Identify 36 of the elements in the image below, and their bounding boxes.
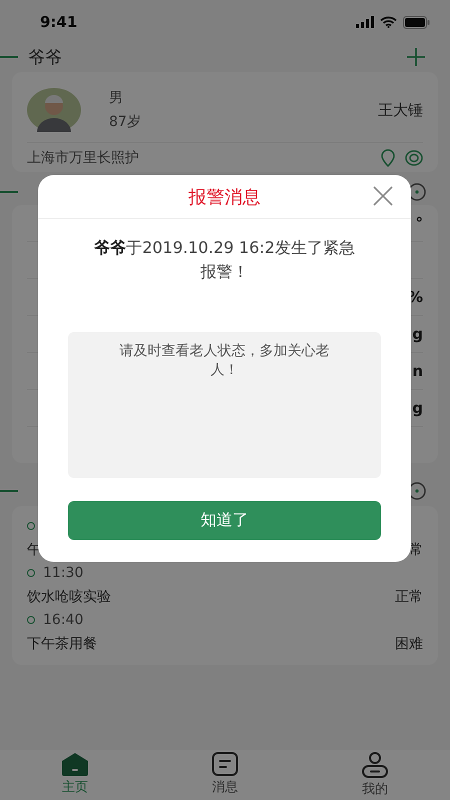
- dialog-title: 报警消息: [188, 186, 260, 208]
- info-value: g: [412, 399, 423, 417]
- location-pin-icon[interactable]: [381, 148, 395, 166]
- age-text: 87岁: [109, 113, 142, 131]
- event-status: 困难: [395, 634, 423, 652]
- timeline-dot: [27, 569, 35, 577]
- avatar-icon: [27, 88, 81, 132]
- battery-icon: [403, 16, 430, 28]
- organization-name: 上海市万里长照护: [27, 148, 140, 166]
- tab[interactable]: 主页: [0, 750, 150, 800]
- message-icon: [211, 752, 239, 776]
- info-value: n: [412, 362, 423, 380]
- caregiver-name: 王大锤: [378, 100, 423, 120]
- user-icon: [361, 752, 389, 778]
- signal-icon: [356, 16, 374, 28]
- event-status: 正常: [395, 588, 423, 606]
- alert-message: 爷爷于2019.10.29 16:2发生了紧急报警！: [93, 237, 356, 283]
- event-time: 11:30: [43, 565, 84, 581]
- info-value: g: [412, 325, 423, 343]
- status-time: 9:41: [40, 13, 78, 31]
- advice-text: 请及时查看老人状态，多加关心老人！: [68, 332, 381, 478]
- tab[interactable]: 我的: [300, 750, 450, 800]
- confirm-button[interactable]: 知道了: [68, 501, 381, 540]
- gender-text: 男: [109, 89, 124, 107]
- wifi-icon: [380, 16, 397, 28]
- info-value: °: [416, 214, 423, 232]
- event-name: 下午茶用餐: [27, 634, 98, 652]
- section-title: 爷爷: [28, 46, 62, 68]
- tab[interactable]: 消息: [150, 750, 300, 800]
- close-icon[interactable]: [373, 186, 393, 206]
- target-icon[interactable]: [405, 150, 423, 166]
- timeline-dot: [27, 522, 35, 530]
- event-name: 饮水呛咳实验: [27, 588, 112, 606]
- plus-icon[interactable]: [406, 47, 426, 67]
- timeline-dot: [27, 616, 35, 624]
- event-time: 16:40: [43, 612, 84, 628]
